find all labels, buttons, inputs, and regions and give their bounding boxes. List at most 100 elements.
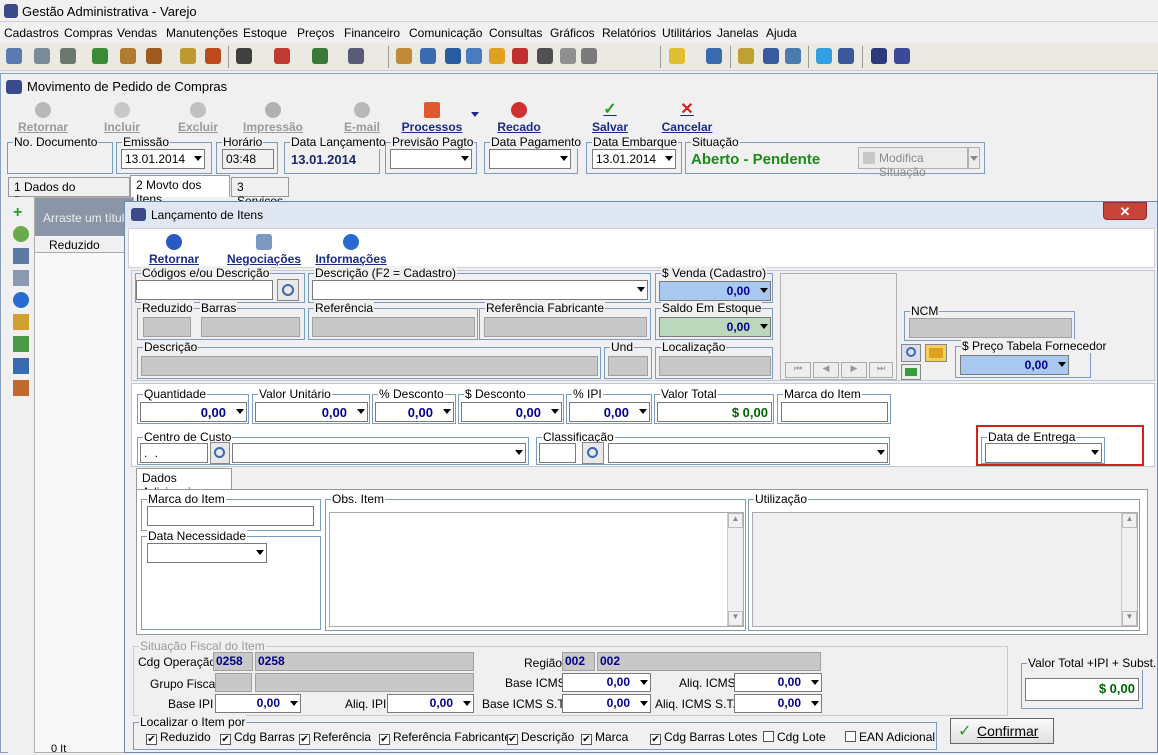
tools-icon[interactable] bbox=[60, 48, 76, 64]
menu-compras[interactable]: Compras bbox=[64, 26, 113, 40]
close-button[interactable]: ✕ bbox=[1103, 202, 1147, 220]
scroll-down-icon[interactable]: ▼ bbox=[728, 611, 743, 626]
checkbox-descricao[interactable]: ✔ bbox=[507, 734, 518, 745]
package-icon[interactable] bbox=[146, 48, 162, 64]
modifica-dropdown[interactable] bbox=[968, 147, 980, 169]
outlook-icon[interactable] bbox=[763, 48, 779, 64]
base-icms-field[interactable]: 0,00 bbox=[562, 673, 651, 692]
report-icon[interactable] bbox=[205, 48, 221, 64]
card-icon[interactable] bbox=[445, 48, 461, 64]
locate-descricao[interactable]: ✔ Descrição bbox=[507, 730, 574, 745]
star-icon[interactable] bbox=[669, 48, 685, 64]
handshake-icon[interactable] bbox=[738, 48, 754, 64]
valor-unitario-field[interactable]: 0,00 bbox=[255, 402, 368, 422]
checkbox-marca[interactable]: ✔ bbox=[581, 734, 592, 745]
register-icon[interactable] bbox=[92, 48, 108, 64]
utilizacao-scrollbar[interactable]: ▲ ▼ bbox=[1121, 513, 1137, 626]
checkbox-referencia[interactable]: ✔ bbox=[299, 734, 310, 745]
first-icon[interactable]: ⏮ bbox=[785, 362, 811, 378]
twitter-icon[interactable] bbox=[816, 48, 832, 64]
view-image-button[interactable] bbox=[901, 344, 921, 362]
classificacao-select[interactable] bbox=[608, 443, 888, 463]
aliq-icms-st-field[interactable]: 0,00 bbox=[734, 694, 822, 713]
next-icon[interactable]: ▶ bbox=[841, 362, 867, 378]
aliq-icms-field[interactable]: 0,00 bbox=[734, 673, 822, 692]
table-icon[interactable] bbox=[13, 380, 29, 396]
pct-desconto-field[interactable]: 0,00 bbox=[375, 402, 454, 422]
locate-referencia[interactable]: ✔ Referência bbox=[299, 730, 371, 745]
negociacoes-button[interactable]: Negociações bbox=[225, 234, 303, 266]
emissao-date-field[interactable]: 13.01.2014 bbox=[121, 149, 205, 169]
book-icon[interactable] bbox=[13, 314, 29, 330]
menu-relatorios[interactable]: Relatórios bbox=[602, 26, 656, 40]
scroll-up-icon[interactable]: ▲ bbox=[1122, 513, 1137, 528]
users-icon[interactable] bbox=[6, 48, 22, 64]
person-icon[interactable] bbox=[274, 48, 290, 64]
data-embarque-field[interactable]: 13.01.2014 bbox=[592, 149, 676, 169]
base-ipi-field[interactable]: 0,00 bbox=[215, 694, 301, 713]
print-icon[interactable] bbox=[348, 48, 364, 64]
centro-custo-search-button[interactable] bbox=[210, 442, 230, 464]
export-icon[interactable] bbox=[13, 336, 29, 352]
email-button[interactable]: E-mail bbox=[337, 102, 387, 134]
checkbox-cdg-lote[interactable] bbox=[763, 731, 774, 742]
tab-servicos[interactable]: 3 Serviços bbox=[231, 177, 289, 208]
add-icon[interactable]: + bbox=[13, 204, 22, 222]
checkbox-cdg-barras[interactable]: ✔ bbox=[220, 734, 231, 745]
menu-graficos[interactable]: Gráficos bbox=[550, 26, 595, 40]
tab-movto-itens[interactable]: 2 Movto dos Itens bbox=[130, 175, 230, 206]
tab-dados-adicionais[interactable]: Dados Adicionais bbox=[136, 468, 232, 499]
locate-marca[interactable]: ✔ Marca bbox=[581, 730, 628, 745]
locate-cdg-barras-lotes[interactable]: ✔ Cdg Barras Lotes bbox=[650, 730, 757, 745]
menu-cadastros[interactable]: Cadastros bbox=[4, 26, 59, 40]
menu-financeiro[interactable]: Financeiro bbox=[344, 26, 400, 40]
impressao-button[interactable]: Impressão bbox=[237, 102, 309, 134]
search-button[interactable] bbox=[277, 279, 299, 301]
data-necessidade-field[interactable] bbox=[147, 543, 267, 563]
excluir-button[interactable]: Excluir bbox=[173, 102, 223, 134]
obs-item-textarea[interactable]: ▲ ▼ bbox=[329, 512, 744, 627]
exit-icon[interactable] bbox=[894, 48, 910, 64]
preco-tabela-field[interactable]: 0,00 bbox=[960, 355, 1069, 375]
info-icon[interactable] bbox=[13, 292, 29, 308]
incluir-button[interactable]: Incluir bbox=[97, 102, 147, 134]
monitor-icon[interactable] bbox=[871, 48, 887, 64]
moon-icon[interactable] bbox=[785, 48, 801, 64]
last-icon[interactable]: ⏭ bbox=[869, 362, 893, 378]
tag-icon[interactable] bbox=[512, 48, 528, 64]
cancelar-button[interactable]: ✕ Cancelar bbox=[659, 102, 715, 135]
prev-icon[interactable]: ◀ bbox=[813, 362, 839, 378]
user-add-icon[interactable] bbox=[581, 48, 597, 64]
data-entrega-field[interactable] bbox=[985, 443, 1102, 463]
base-icms-st-field[interactable]: 0,00 bbox=[562, 694, 651, 713]
recado-button[interactable]: Recado bbox=[495, 102, 543, 134]
locate-cdg-barras[interactable]: ✔ Cdg Barras bbox=[220, 730, 295, 745]
checkbox-referencia-fabricante[interactable]: ✔ bbox=[379, 734, 390, 745]
processos-dropdown-icon[interactable] bbox=[471, 112, 479, 117]
previsao-pagto-field[interactable] bbox=[390, 149, 472, 169]
tab-dados-documento[interactable]: 1 Dados do Documento bbox=[8, 177, 130, 208]
centro-custo-select[interactable] bbox=[232, 443, 526, 463]
classificacao-code[interactable] bbox=[539, 443, 576, 463]
descricao-f2-select[interactable] bbox=[312, 280, 648, 300]
menu-consultas[interactable]: Consultas bbox=[489, 26, 542, 40]
calendar-icon[interactable] bbox=[420, 48, 436, 64]
obs-scrollbar[interactable]: ▲ ▼ bbox=[727, 513, 743, 626]
codigo-input[interactable] bbox=[136, 280, 273, 300]
menu-comunicacao[interactable]: Comunicação bbox=[409, 26, 482, 40]
menu-janelas[interactable]: Janelas bbox=[717, 26, 758, 40]
scroll-up-icon[interactable]: ▲ bbox=[728, 513, 743, 528]
pct-ipi-field[interactable]: 0,00 bbox=[569, 402, 650, 422]
horario-field[interactable]: 03:48 bbox=[222, 149, 274, 169]
modifica-situacao-button[interactable]: Modifica Situação bbox=[858, 147, 968, 179]
scroll-down-icon[interactable]: ▼ bbox=[1122, 611, 1137, 626]
checkbox-reduzido[interactable]: ✔ bbox=[146, 734, 157, 745]
chart-icon[interactable] bbox=[34, 48, 50, 64]
processos-button[interactable]: Processos bbox=[399, 102, 465, 134]
quantidade-field[interactable]: 0,00 bbox=[140, 402, 247, 422]
face-icon[interactable] bbox=[560, 48, 576, 64]
locate-cdg-lote[interactable]: Cdg Lote bbox=[763, 730, 826, 744]
classificacao-search-button[interactable] bbox=[582, 442, 604, 464]
checkbox-ean-adicional[interactable] bbox=[845, 731, 856, 742]
menu-estoque[interactable]: Estoque bbox=[243, 26, 287, 40]
